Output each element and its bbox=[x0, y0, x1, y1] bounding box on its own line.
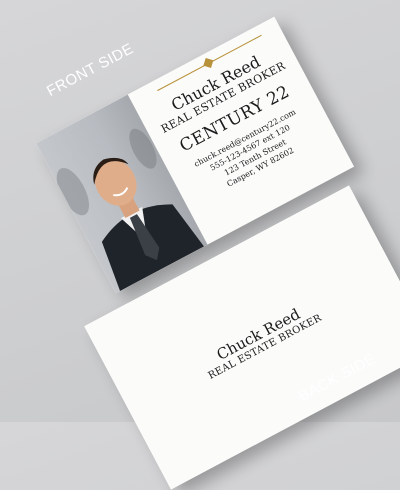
back-name: Chuck Reed bbox=[213, 304, 304, 364]
back-title: REAL ESTATE BROKER bbox=[206, 312, 324, 382]
front-side-label: FRONT SIDE bbox=[44, 40, 137, 101]
back-card-text: Chuck Reed REAL ESTATE BROKER bbox=[122, 256, 400, 422]
gold-diamond-ornament bbox=[203, 57, 214, 68]
